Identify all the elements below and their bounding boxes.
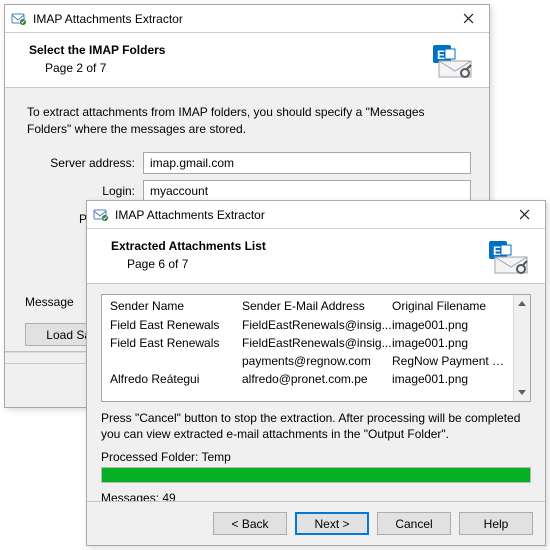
server-address-label: Server address: — [23, 156, 143, 170]
wizard-step-title: Extracted Attachments List — [111, 239, 487, 253]
app-icon — [11, 11, 27, 27]
cell-filename: image001.png — [392, 318, 505, 332]
instruction-text: To extract attachments from IMAP folders… — [27, 104, 467, 138]
close-button[interactable] — [503, 201, 545, 229]
app-icon — [93, 207, 109, 223]
cancel-button[interactable]: Cancel — [377, 512, 451, 535]
attachments-list[interactable]: Sender Name Sender E-Mail Address Origin… — [101, 294, 531, 402]
wizard-step-subtitle: Page 2 of 7 — [45, 61, 431, 75]
wizard-header: Extracted Attachments List Page 6 of 7 E — [87, 229, 545, 284]
exchange-envelope-icon: E — [431, 43, 475, 79]
cell-sender-name: Field East Renewals — [110, 318, 242, 332]
wizard-window-step6: IMAP Attachments Extractor Extracted Att… — [86, 200, 546, 546]
cell-sender-name — [110, 354, 242, 368]
wizard-step-subtitle: Page 6 of 7 — [127, 257, 487, 271]
cell-sender-email: FieldEastRenewals@insig... — [242, 318, 392, 332]
col-sender-name[interactable]: Sender Name — [110, 299, 242, 313]
next-button[interactable]: Next > — [295, 512, 369, 535]
cell-filename: RegNow Payment Notific... — [392, 354, 505, 368]
cell-filename: image001.png — [392, 372, 505, 386]
scrollbar[interactable] — [513, 295, 530, 401]
close-icon — [519, 209, 530, 220]
svg-text:E: E — [437, 48, 445, 62]
cell-sender-email: alfredo@pronet.com.pe — [242, 372, 392, 386]
extraction-note: Press "Cancel" button to stop the extrac… — [101, 410, 531, 442]
list-row[interactable]: Alfredo Reátegui alfredo@pronet.com.pe i… — [102, 370, 513, 388]
scroll-up-button[interactable] — [514, 295, 530, 312]
cell-sender-email: FieldEastRenewals@insig... — [242, 336, 392, 350]
message-folders-label: Message — [25, 295, 74, 309]
chevron-up-icon — [518, 301, 526, 306]
help-button[interactable]: Help — [459, 512, 533, 535]
svg-text:E: E — [493, 244, 501, 258]
chevron-down-icon — [518, 390, 526, 395]
cell-sender-name: Alfredo Reátegui — [110, 372, 242, 386]
window-title: IMAP Attachments Extractor — [115, 208, 503, 222]
login-input[interactable] — [143, 180, 471, 202]
back-button[interactable]: < Back — [213, 512, 287, 535]
server-address-input[interactable] — [143, 152, 471, 174]
wizard-button-bar: < Back Next > Cancel Help — [87, 501, 545, 545]
cell-sender-name: Field East Renewals — [110, 336, 242, 350]
close-button[interactable] — [447, 5, 489, 33]
window-title: IMAP Attachments Extractor — [33, 12, 447, 26]
titlebar[interactable]: IMAP Attachments Extractor — [5, 5, 489, 33]
list-row[interactable]: Field East Renewals FieldEastRenewals@in… — [102, 334, 513, 352]
exchange-envelope-icon: E — [487, 239, 531, 275]
list-row[interactable]: payments@regnow.com RegNow Payment Notif… — [102, 352, 513, 370]
processed-folder-label: Processed Folder: Temp — [101, 450, 531, 464]
cell-filename: image001.png — [392, 336, 505, 350]
wizard-step-title: Select the IMAP Folders — [29, 43, 431, 57]
col-original-filename[interactable]: Original Filename — [392, 299, 505, 313]
list-row[interactable]: Field East Renewals FieldEastRenewals@in… — [102, 316, 513, 334]
wizard-body: Sender Name Sender E-Mail Address Origin… — [87, 284, 545, 524]
wizard-header: Select the IMAP Folders Page 2 of 7 E — [5, 33, 489, 88]
close-icon — [463, 13, 474, 24]
titlebar[interactable]: IMAP Attachments Extractor — [87, 201, 545, 229]
folder-progress-bar — [101, 467, 531, 483]
col-sender-email[interactable]: Sender E-Mail Address — [242, 299, 392, 313]
scroll-down-button[interactable] — [514, 384, 530, 401]
login-label: Login: — [23, 184, 143, 198]
scroll-track[interactable] — [514, 312, 530, 384]
list-header-row: Sender Name Sender E-Mail Address Origin… — [102, 295, 513, 316]
cell-sender-email: payments@regnow.com — [242, 354, 392, 368]
